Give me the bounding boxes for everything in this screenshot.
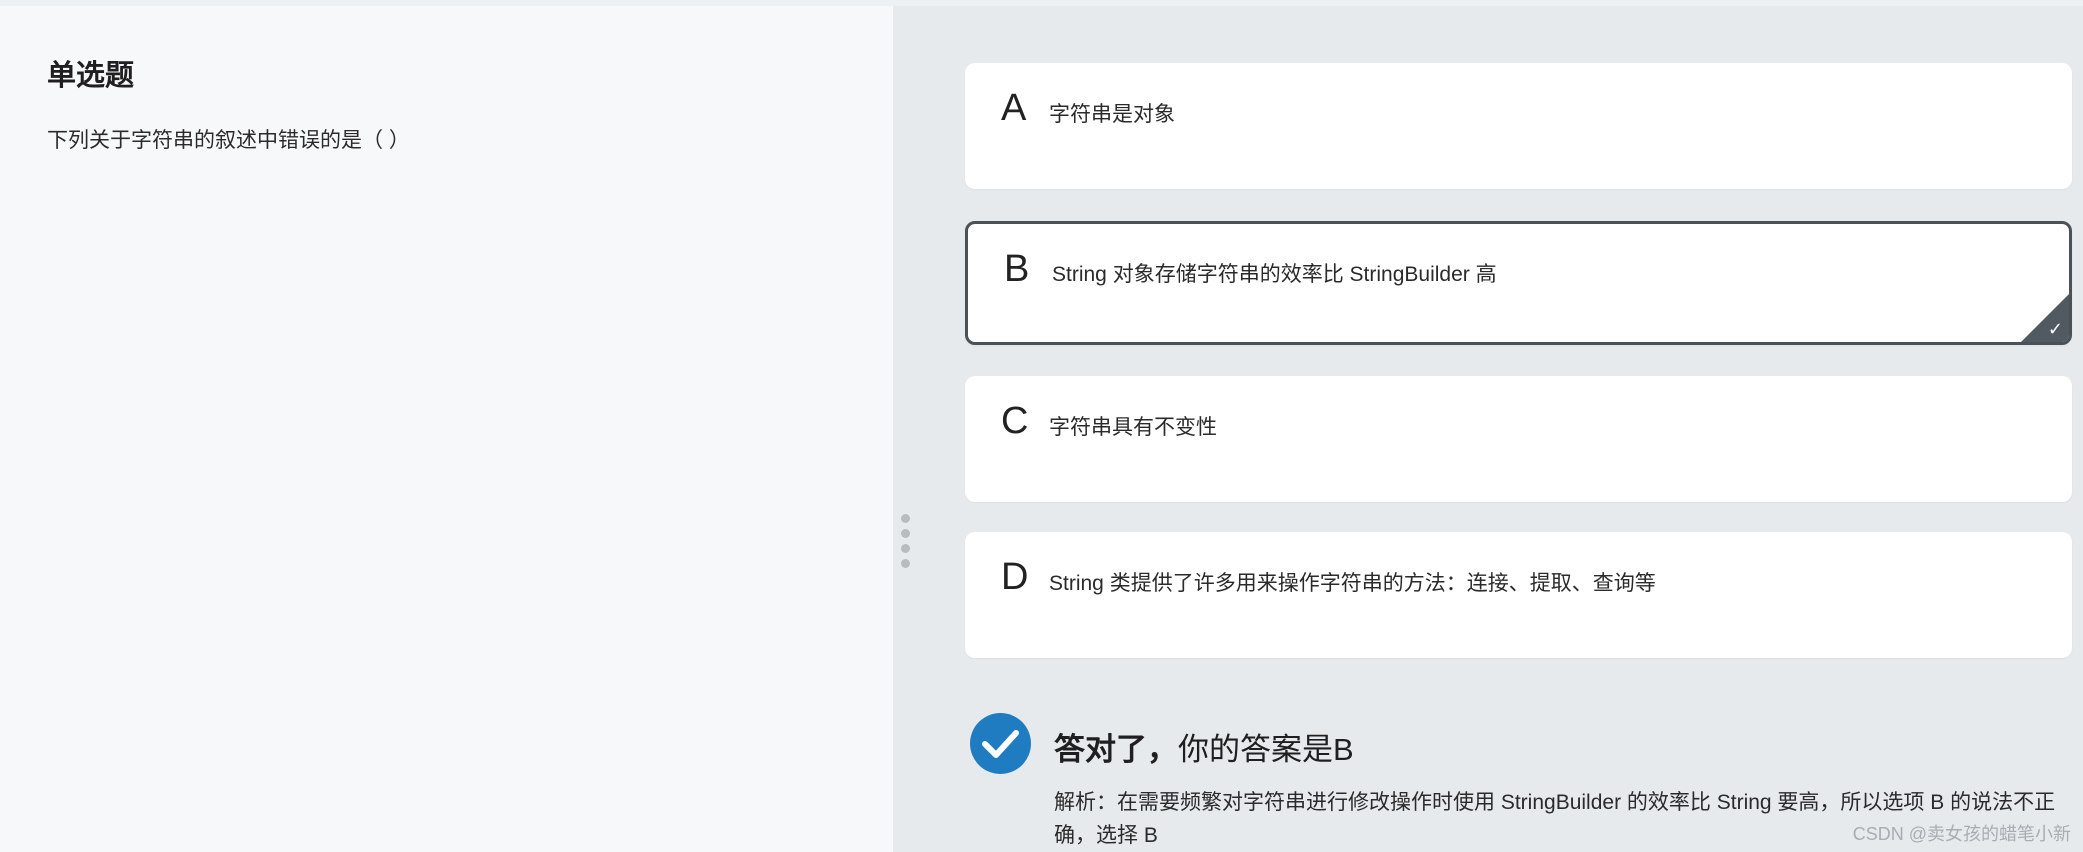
handle-dot	[901, 544, 910, 553]
handle-dot	[901, 559, 910, 568]
option-text: String 类提供了许多用来操作字符串的方法：连接、提取、查询等	[1049, 572, 1656, 595]
question-panel: 单选题 下列关于字符串的叙述中错误的是（ ）	[0, 6, 893, 852]
option-d[interactable]: D String 类提供了许多用来操作字符串的方法：连接、提取、查询等	[965, 532, 2072, 658]
check-circle-icon	[970, 713, 1031, 774]
result-status: 答对了，你的答案是B	[1054, 724, 1354, 769]
option-text: 字符串是对象	[1049, 103, 1175, 126]
option-text: String 对象存储字符串的效率比 StringBuilder 高	[1052, 263, 1497, 286]
check-icon: ✓	[2047, 319, 2063, 340]
option-c[interactable]: C 字符串具有不变性	[965, 376, 2072, 502]
handle-dot	[901, 529, 910, 538]
question-type-label: 单选题	[47, 60, 135, 92]
handle-dot	[901, 514, 910, 523]
result-status-answer: 你的答案是B	[1178, 732, 1354, 767]
result-status-strong: 答对了，	[1054, 732, 1178, 767]
option-a[interactable]: A 字符串是对象	[965, 63, 2072, 189]
question-stem: 下列关于字符串的叙述中错误的是（ ）	[47, 129, 410, 152]
panel-resize-handle[interactable]	[897, 512, 913, 572]
option-letter: D	[1001, 556, 1029, 598]
option-letter: B	[1004, 248, 1030, 290]
option-text: 字符串具有不变性	[1049, 416, 1217, 439]
option-letter: A	[1001, 87, 1027, 129]
option-letter: C	[1001, 400, 1029, 442]
option-b[interactable]: B String 对象存储字符串的效率比 StringBuilder 高 ✓	[965, 221, 2072, 345]
watermark: CSDN @卖女孩的蜡笔小新	[1852, 824, 2071, 844]
page: 单选题 下列关于字符串的叙述中错误的是（ ） A 字符串是对象 B String…	[0, 0, 2083, 852]
